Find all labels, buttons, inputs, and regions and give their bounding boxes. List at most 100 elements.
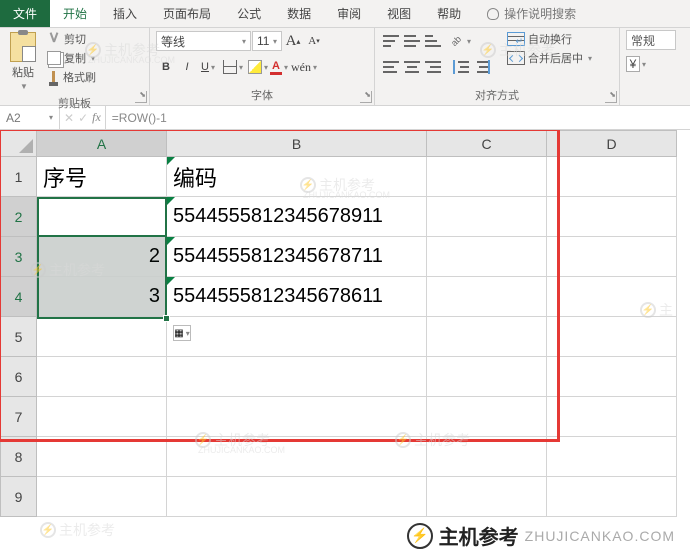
alignment-launcher[interactable]: ⬊: [605, 91, 617, 103]
cell-B5[interactable]: [167, 317, 427, 357]
row-header-2[interactable]: 2: [1, 197, 37, 237]
italic-button[interactable]: I: [177, 57, 197, 77]
cell-C3[interactable]: [427, 237, 547, 277]
row-header-1[interactable]: 1: [1, 157, 37, 197]
row-header-4[interactable]: 4: [1, 277, 37, 317]
col-header-A[interactable]: A: [37, 131, 167, 157]
autofill-options-button[interactable]: ▦▾: [173, 325, 191, 341]
cell-D7[interactable]: [547, 397, 677, 437]
cell-D2[interactable]: [547, 197, 677, 237]
cell-C4[interactable]: [427, 277, 547, 317]
cell-C1[interactable]: [427, 157, 547, 197]
tab-file[interactable]: 文件: [0, 0, 50, 27]
row-header-5[interactable]: 5: [1, 317, 37, 357]
fill-handle[interactable]: [163, 315, 170, 322]
cell-B9[interactable]: [167, 477, 427, 517]
row-header-3[interactable]: 3: [1, 237, 37, 277]
cell-D5[interactable]: [547, 317, 677, 357]
cell-C8[interactable]: [427, 437, 547, 477]
number-format-selector[interactable]: 常规: [626, 30, 676, 50]
cell-A3[interactable]: 2: [37, 237, 167, 277]
tab-data[interactable]: 数据: [274, 0, 324, 27]
cell-C5[interactable]: [427, 317, 547, 357]
row-header-7[interactable]: 7: [1, 397, 37, 437]
formula-input[interactable]: =ROW()-1: [106, 106, 690, 129]
cell-A2[interactable]: 1: [37, 197, 167, 237]
row-header-9[interactable]: 9: [1, 477, 37, 517]
clipboard-launcher[interactable]: ⬊: [135, 91, 147, 103]
orientation-button[interactable]: ▾: [451, 31, 471, 51]
font-size-selector[interactable]: 11▾: [252, 31, 282, 51]
cell-B6[interactable]: [167, 357, 427, 397]
cell-A9[interactable]: [37, 477, 167, 517]
cell-C7[interactable]: [427, 397, 547, 437]
cell-A7[interactable]: [37, 397, 167, 437]
row-9: 9: [1, 477, 677, 517]
col-header-C[interactable]: C: [427, 131, 547, 157]
cell-D6[interactable]: [547, 357, 677, 397]
cut-button[interactable]: 剪切: [44, 30, 99, 48]
cell-A4[interactable]: 3: [37, 277, 167, 317]
increase-indent-button[interactable]: [472, 57, 492, 77]
increase-font-button[interactable]: A▴: [283, 31, 303, 51]
align-top-button[interactable]: [381, 31, 401, 51]
align-middle-button[interactable]: [402, 31, 422, 51]
cell-D3[interactable]: [547, 237, 677, 277]
row-header-6[interactable]: 6: [1, 357, 37, 397]
cell-B8[interactable]: [167, 437, 427, 477]
align-bottom-button[interactable]: [423, 31, 443, 51]
cell-B3[interactable]: 5544555812345678711: [167, 237, 427, 277]
font-name-selector[interactable]: 等线▾: [156, 31, 251, 51]
font-launcher[interactable]: ⬊: [360, 91, 372, 103]
row-header-8[interactable]: 8: [1, 437, 37, 477]
tab-page-layout[interactable]: 页面布局: [150, 0, 224, 27]
cell-B1[interactable]: 编码: [167, 157, 427, 197]
cell-B4[interactable]: 5544555812345678611: [167, 277, 427, 317]
cell-C2[interactable]: [427, 197, 547, 237]
font-color-button[interactable]: A▾: [269, 57, 289, 77]
cell-A5[interactable]: [37, 317, 167, 357]
accounting-format-button[interactable]: ¥▾: [626, 54, 646, 74]
cell-C6[interactable]: [427, 357, 547, 397]
wrap-text-button[interactable]: 自动换行: [504, 30, 595, 48]
col-header-B[interactable]: B: [167, 131, 427, 157]
group-label-alignment: 对齐方式: [381, 85, 613, 105]
phonetic-button[interactable]: wén▾: [294, 57, 314, 77]
cell-D8[interactable]: [547, 437, 677, 477]
worksheet[interactable]: ABCD1序号编码2155445558123456789113255445558…: [0, 130, 690, 517]
cell-D9[interactable]: [547, 477, 677, 517]
bold-button[interactable]: B: [156, 57, 176, 77]
decrease-indent-button[interactable]: [451, 57, 471, 77]
align-center-button[interactable]: [402, 57, 422, 77]
tab-help[interactable]: 帮助: [424, 0, 474, 27]
copy-label: 复制: [64, 50, 86, 66]
tab-view[interactable]: 视图: [374, 0, 424, 27]
underline-button[interactable]: U▾: [198, 57, 218, 77]
cell-A1[interactable]: 序号: [37, 157, 167, 197]
tab-insert[interactable]: 插入: [100, 0, 150, 27]
cell-A6[interactable]: [37, 357, 167, 397]
align-left-button[interactable]: [381, 57, 401, 77]
cell-D1[interactable]: [547, 157, 677, 197]
cell-B2[interactable]: 5544555812345678911: [167, 197, 427, 237]
align-right-button[interactable]: [423, 57, 443, 77]
merge-center-button[interactable]: 合并后居中▾: [504, 49, 595, 67]
cell-D4[interactable]: [547, 277, 677, 317]
select-all-corner[interactable]: [1, 131, 37, 157]
copy-button[interactable]: 复制▾: [44, 49, 99, 67]
paste-button[interactable]: 粘贴 ▼: [6, 30, 40, 93]
tab-review[interactable]: 审阅: [324, 0, 374, 27]
format-painter-button[interactable]: 格式刷: [44, 68, 99, 86]
border-button[interactable]: ▾: [223, 57, 243, 77]
fill-color-button[interactable]: ▾: [248, 57, 268, 77]
cell-B7[interactable]: [167, 397, 427, 437]
tell-me-search[interactable]: 操作说明搜索: [474, 0, 589, 27]
tab-formulas[interactable]: 公式: [224, 0, 274, 27]
tab-home[interactable]: 开始: [50, 0, 100, 27]
cell-A8[interactable]: [37, 437, 167, 477]
fill-icon: [248, 60, 262, 74]
cell-C9[interactable]: [427, 477, 547, 517]
rotate-icon: [451, 34, 465, 48]
col-header-D[interactable]: D: [547, 131, 677, 157]
decrease-font-button[interactable]: A▾: [304, 31, 324, 51]
